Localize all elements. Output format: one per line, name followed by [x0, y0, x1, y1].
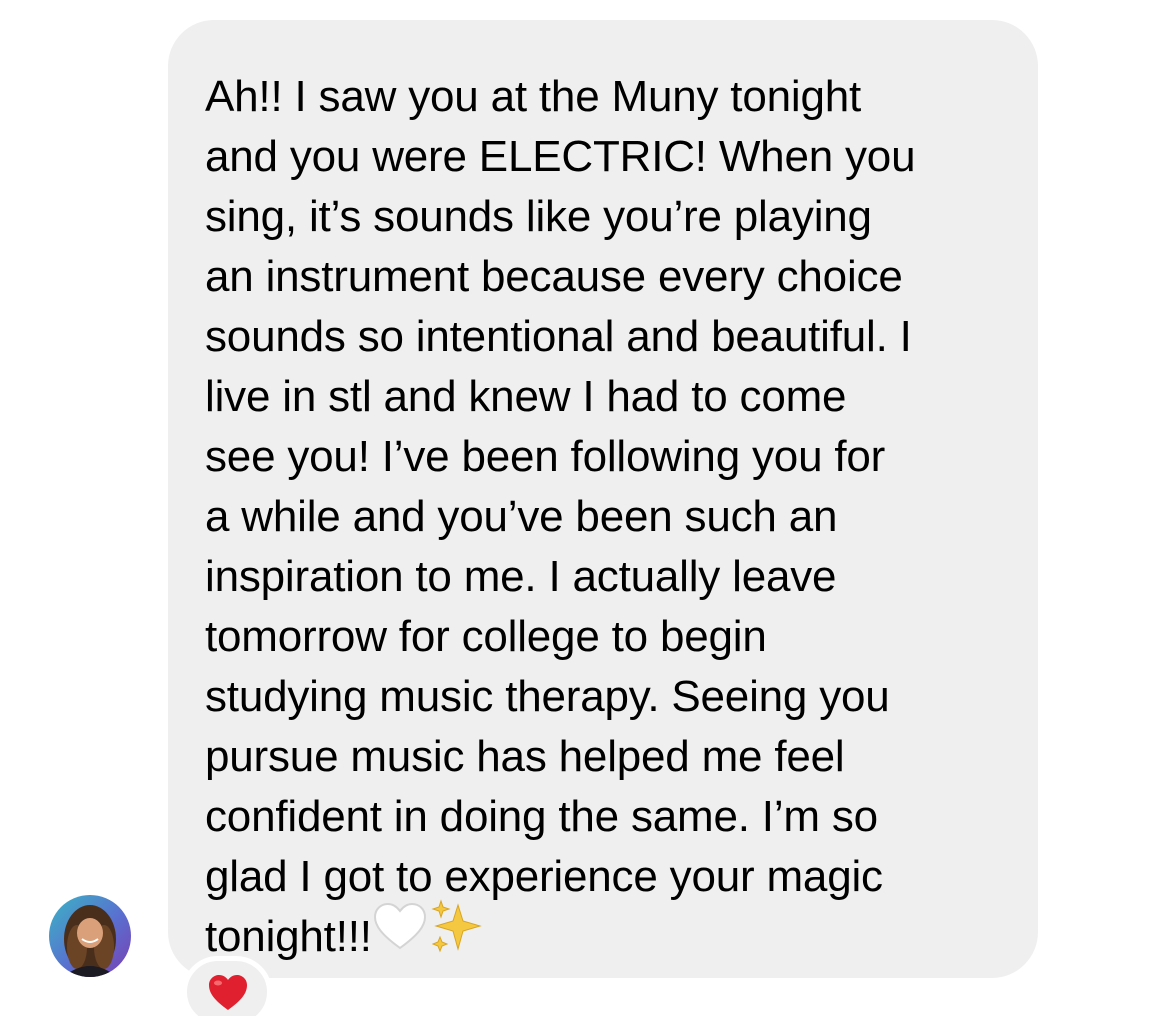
message-line: see you! I’ve been following you for: [205, 432, 886, 481]
message-line: glad I got to experience your magic: [205, 852, 883, 901]
message-line: a while and you’ve been such an: [205, 492, 838, 541]
message-line: and you were ELECTRIC! When you: [205, 132, 916, 181]
white-heart-icon: [372, 902, 428, 968]
message-line: studying music therapy. Seeing you: [205, 672, 890, 721]
message-line: live in stl and knew I had to come: [205, 372, 847, 421]
message-line: Ah!! I saw you at the Muny tonight: [205, 72, 862, 121]
message-line: an instrument because every choice: [205, 252, 903, 301]
message-thread: Ah!! I saw you at the Muny tonight and y…: [0, 0, 1170, 1016]
message-line: sounds so intentional and beautiful. I: [205, 312, 912, 361]
message-line: pursue music has helped me feel: [205, 732, 845, 781]
sender-avatar[interactable]: [49, 895, 131, 977]
message-line: confident in doing the same. I’m so: [205, 792, 878, 841]
avatar-photo: [49, 895, 131, 977]
message-last-line: tonight!!!: [205, 899, 1002, 971]
message-bubble[interactable]: Ah!! I saw you at the Muny tonight and y…: [168, 20, 1038, 978]
message-line: tomorrow for college to begin: [205, 612, 767, 661]
message-line: inspiration to me. I actually leave: [205, 552, 837, 601]
red-heart-icon: [209, 975, 247, 1010]
message-line: sing, it’s sounds like you’re playing: [205, 192, 872, 241]
sparkles-icon: [428, 899, 486, 971]
message-line-text: tonight!!!: [205, 912, 372, 961]
reaction-badge[interactable]: [182, 956, 272, 1016]
